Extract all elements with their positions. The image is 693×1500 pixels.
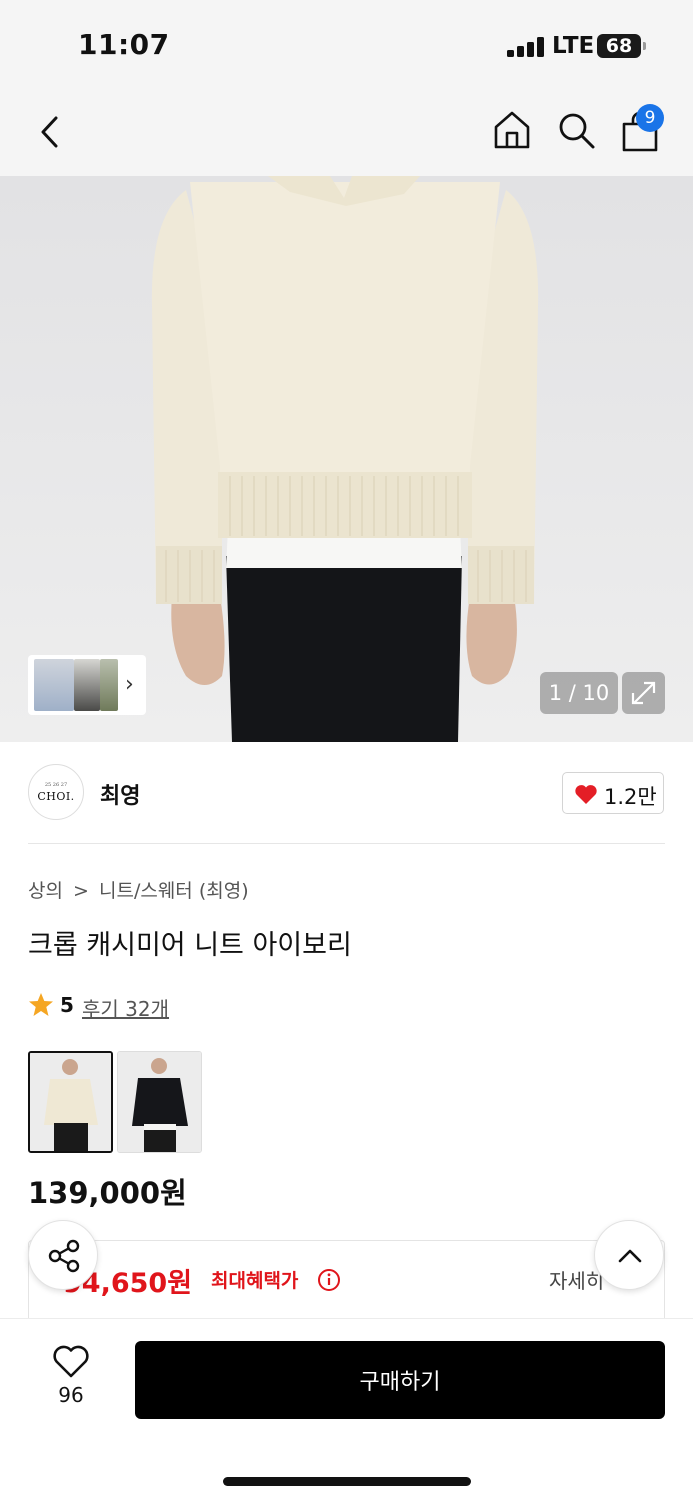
chevron-up-icon [618,1249,642,1263]
cart-count-badge: 9 [636,104,664,132]
image-page-counter: 1 / 10 [540,672,618,714]
battery-icon: 68 [597,34,641,58]
heart-outline-icon [53,1345,89,1378]
brand-like-button[interactable]: 1.2만 [562,772,664,814]
scroll-top-button[interactable] [594,1220,664,1290]
share-icon [48,1239,80,1273]
rating-score: 5 [60,993,74,1017]
info-icon[interactable] [317,1268,341,1292]
expand-icon[interactable] [622,672,665,714]
wishlist-button[interactable]: 96 [48,1345,94,1407]
bottom-action-bar: 96 구매하기 [0,1318,693,1500]
brand-logo-text: CHOI. [37,790,75,803]
heart-filled-icon [575,785,597,804]
back-icon[interactable] [34,112,68,152]
network-label: LTE [552,33,595,59]
buy-button[interactable]: 구매하기 [135,1341,665,1419]
breadcrumb-item[interactable]: 니트/스웨터 (최영) [99,880,249,902]
breadcrumb-separator: > [73,880,89,902]
search-icon[interactable] [556,110,596,150]
star-icon [29,993,53,1016]
breadcrumb-item[interactable]: 상의 [28,880,63,902]
thumbnail-2[interactable] [74,659,100,711]
divider [28,843,665,844]
wishlist-count: 96 [58,1383,84,1407]
color-option-ivory[interactable] [28,1051,113,1153]
signal-icon [507,37,545,57]
thumbnail-3[interactable] [100,659,118,711]
chevron-right-icon[interactable]: › [125,672,134,697]
image-thumbnail-strip[interactable]: › [28,655,146,715]
battery-tip [643,42,646,50]
color-option-black[interactable] [117,1051,202,1153]
breadcrumb: 상의 > 니트/스웨터 (최영) [28,876,253,903]
status-time: 11:07 [78,28,170,61]
brand-like-count: 1.2만 [604,785,657,809]
product-title: 크롭 캐시미어 니트 아이보리 [28,930,352,961]
max-benefit-box[interactable]: 94,650원 최대혜택가 자세히 [28,1240,665,1330]
status-bar: 11:07 LTE 68 [0,0,693,90]
brand-name[interactable]: 최영 [100,778,140,810]
brand-row: 25 26 27 CHOI. 최영 1.2만 [0,742,693,844]
share-button[interactable] [28,1220,98,1290]
home-icon[interactable] [492,109,532,151]
brand-logo[interactable]: 25 26 27 CHOI. [28,764,84,820]
thumbnail-1[interactable] [34,659,74,711]
product-price: 139,000원 [28,1176,187,1210]
max-benefit-label: 최대혜택가 [211,1270,299,1292]
product-image[interactable]: › 1 / 10 [0,176,693,742]
home-indicator [223,1477,471,1486]
top-nav [0,90,693,176]
brand-logo-subtext: 25 26 27 [44,782,68,788]
review-count-link[interactable]: 후기 32개 [82,993,169,1022]
benefit-detail-link[interactable]: 자세히 [549,1265,604,1294]
